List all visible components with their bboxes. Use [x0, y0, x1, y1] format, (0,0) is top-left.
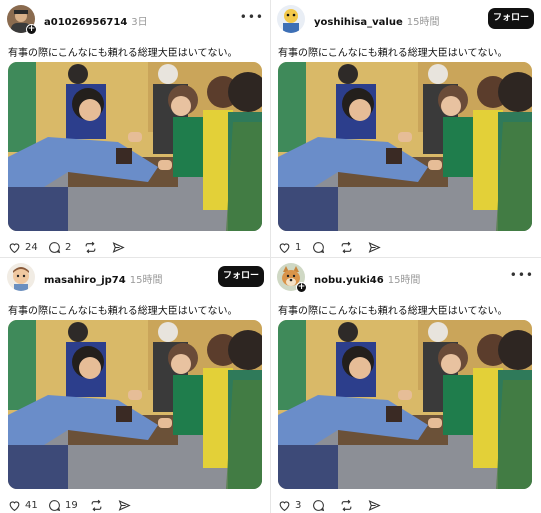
reply-count: 2	[65, 241, 72, 253]
reply-button[interactable]	[312, 497, 325, 513]
follow-plus-icon[interactable]: +	[26, 24, 37, 35]
heart-icon	[9, 500, 20, 511]
row-divider	[0, 257, 541, 258]
like-count: 3	[295, 499, 302, 511]
repost-icon	[341, 241, 352, 253]
send-icon	[368, 499, 381, 511]
post-header: + nobu.yuki46 15時間 •••	[276, 260, 538, 294]
post-photo[interactable]	[278, 320, 532, 489]
repost-button[interactable]	[340, 239, 353, 255]
reply-button[interactable]: 19	[48, 497, 78, 513]
repost-icon	[85, 241, 96, 253]
thread-post[interactable]: yoshihisa_value 15時間 フォロー 有事の際にこんなにも頼れる総理…	[276, 2, 538, 256]
share-button[interactable]	[112, 239, 125, 255]
post-header: yoshihisa_value 15時間 フォロー	[276, 2, 538, 36]
follow-plus-icon[interactable]: +	[296, 282, 307, 293]
like-count: 24	[25, 241, 38, 253]
share-button[interactable]	[368, 497, 381, 513]
send-icon	[368, 241, 381, 253]
like-count: 41	[25, 499, 38, 511]
repost-button[interactable]	[84, 239, 97, 255]
comment-icon	[313, 499, 325, 511]
like-button[interactable]: 41	[8, 497, 38, 513]
send-icon	[112, 241, 125, 253]
post-time: 3日	[131, 17, 148, 28]
thread-post[interactable]: + a01026956714 3日 ••• 有事の際にこんなにも頼れる総理大臣はい…	[6, 2, 268, 256]
post-caption: 有事の際にこんなにも頼れる総理大臣はいてない。	[278, 48, 508, 59]
username-line: masahiro_jp74 15時間	[44, 271, 162, 286]
post-caption: 有事の際にこんなにも頼れる総理大臣はいてない。	[8, 48, 238, 59]
share-button[interactable]	[368, 239, 381, 255]
repost-icon	[341, 499, 352, 511]
username[interactable]: yoshihisa_value	[314, 17, 403, 28]
photo-scene	[278, 62, 532, 231]
comment-icon	[313, 241, 325, 253]
post-header: masahiro_jp74 15時間 フォロー	[6, 260, 268, 294]
heart-icon	[279, 500, 290, 511]
reply-button[interactable]: 2	[48, 239, 71, 255]
thread-post[interactable]: masahiro_jp74 15時間 フォロー 有事の際にこんなにも頼れる総理大臣…	[6, 260, 268, 513]
like-count: 1	[295, 241, 302, 253]
post-photo[interactable]	[8, 62, 262, 231]
post-time: 15時間	[129, 275, 163, 286]
post-photo[interactable]	[8, 320, 262, 489]
photo-scene	[278, 320, 532, 489]
post-actions: 1	[278, 239, 532, 255]
username[interactable]: a01026956714	[44, 17, 127, 28]
repost-button[interactable]	[340, 497, 353, 513]
more-options-icon[interactable]: •••	[510, 268, 534, 282]
post-caption: 有事の際にこんなにも頼れる総理大臣はいてない。	[8, 306, 238, 317]
send-icon	[118, 499, 131, 511]
follow-button[interactable]: フォロー	[218, 266, 264, 287]
photo-scene	[8, 62, 262, 231]
username[interactable]: nobu.yuki46	[314, 275, 384, 286]
comment-icon	[49, 499, 61, 511]
reply-button[interactable]	[312, 239, 325, 255]
photo-scene	[8, 320, 262, 489]
like-button[interactable]: 3	[278, 497, 301, 513]
repost-button[interactable]	[90, 497, 103, 513]
post-time: 15時間	[387, 275, 421, 286]
username-line: nobu.yuki46 15時間	[314, 271, 420, 286]
heart-icon	[279, 242, 290, 253]
post-actions: 3	[278, 497, 532, 513]
like-button[interactable]: 24	[8, 239, 38, 255]
username[interactable]: masahiro_jp74	[44, 275, 126, 286]
post-time: 15時間	[406, 17, 440, 28]
comment-icon	[49, 241, 61, 253]
like-button[interactable]: 1	[278, 239, 301, 255]
username-line: yoshihisa_value 15時間	[314, 13, 439, 28]
post-photo[interactable]	[278, 62, 532, 231]
avatar[interactable]	[277, 5, 305, 33]
post-header: + a01026956714 3日 •••	[6, 2, 268, 36]
username-line: a01026956714 3日	[44, 13, 148, 28]
avatar[interactable]	[7, 263, 35, 291]
heart-icon	[9, 242, 20, 253]
post-caption: 有事の際にこんなにも頼れる総理大臣はいてない。	[278, 306, 508, 317]
more-options-icon[interactable]: •••	[240, 10, 264, 24]
post-actions: 24 2	[8, 239, 262, 255]
reply-count: 19	[65, 499, 78, 511]
repost-icon	[91, 499, 102, 511]
thread-post[interactable]: + nobu.yuki46 15時間 ••• 有事の際にこんなにも頼れる総理大臣は…	[276, 260, 538, 513]
post-actions: 41 19	[8, 497, 262, 513]
follow-button[interactable]: フォロー	[488, 8, 534, 29]
share-button[interactable]	[118, 497, 131, 513]
